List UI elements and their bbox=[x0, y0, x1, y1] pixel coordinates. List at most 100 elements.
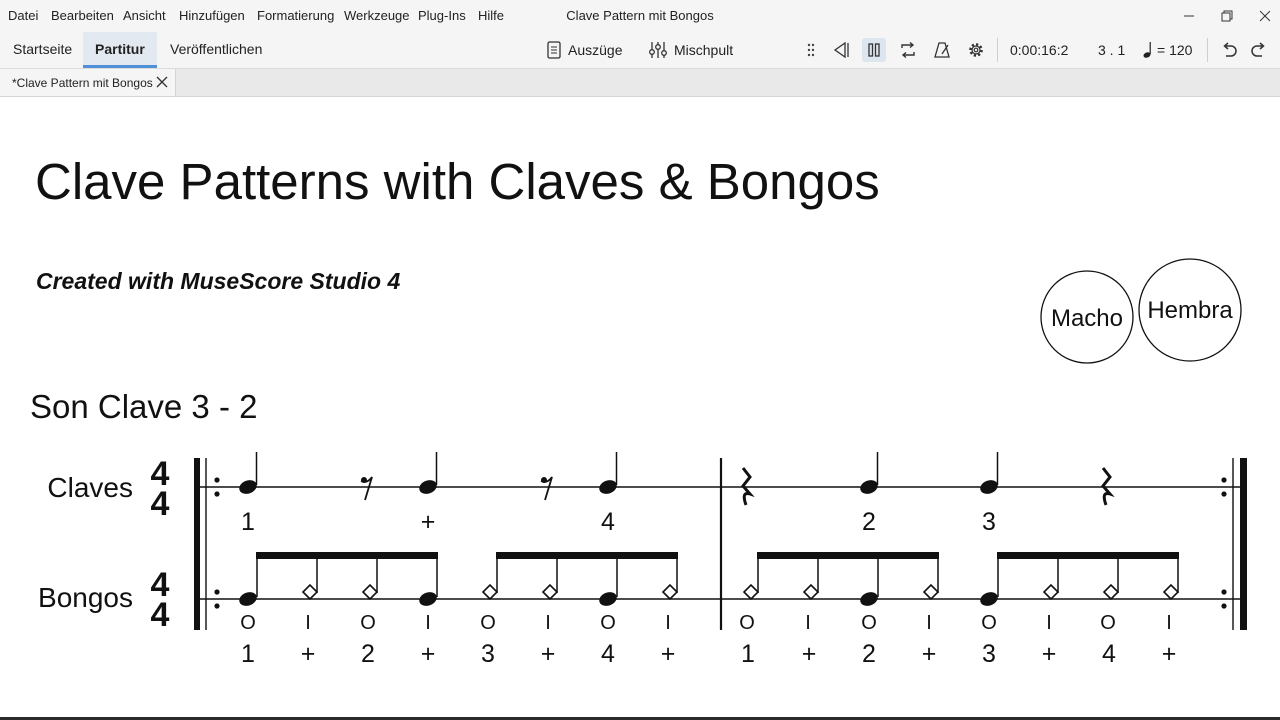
repeat-dot bbox=[1221, 477, 1227, 483]
stroke-label[interactable]: I bbox=[926, 612, 932, 634]
bongos-count-label[interactable]: + bbox=[541, 640, 556, 668]
score-canvas[interactable]: Macho Hembra Son Clave 3 - 2 Claves Bong… bbox=[0, 96, 1280, 717]
menu-formatierung[interactable]: Formatierung bbox=[257, 8, 334, 23]
bongos-count-label[interactable]: 3 bbox=[481, 640, 495, 668]
bongos-instrument-name[interactable]: Bongos bbox=[38, 582, 133, 613]
window-title: Clave Pattern mit Bongos bbox=[566, 8, 714, 23]
bongos-count-label[interactable]: 4 bbox=[1102, 640, 1116, 668]
toolbar-divider bbox=[1207, 38, 1208, 62]
undo-button[interactable] bbox=[1217, 38, 1241, 62]
tab-partitur[interactable]: Partitur bbox=[83, 32, 157, 68]
quarter-note-icon bbox=[1143, 42, 1151, 58]
stroke-label[interactable]: O bbox=[360, 612, 376, 634]
bongos-note-open[interactable] bbox=[597, 590, 618, 608]
bongos-count-label[interactable]: 1 bbox=[241, 640, 255, 668]
stroke-label[interactable]: O bbox=[480, 612, 496, 634]
claves-instrument-name[interactable]: Claves bbox=[47, 472, 133, 503]
stroke-label[interactable]: O bbox=[1100, 612, 1116, 634]
tab-startseite[interactable]: Startseite bbox=[1, 32, 84, 68]
redo-button[interactable] bbox=[1247, 38, 1271, 62]
close-icon[interactable] bbox=[155, 75, 169, 89]
bongos-note-open[interactable] bbox=[858, 590, 879, 608]
bongos-note-open[interactable] bbox=[978, 590, 999, 608]
bongos-count-label[interactable]: + bbox=[1162, 640, 1177, 668]
menu-bearbeiten[interactable]: Bearbeiten bbox=[51, 8, 114, 23]
claves-note[interactable] bbox=[978, 452, 999, 496]
hembra-label[interactable]: Hembra bbox=[1147, 297, 1233, 324]
bongos-count-label[interactable]: 2 bbox=[862, 640, 876, 668]
bongos-note-open[interactable] bbox=[417, 590, 438, 608]
stroke-label[interactable]: O bbox=[240, 612, 256, 634]
tab-veroeffentlichen[interactable]: Veröffentlichen bbox=[158, 32, 274, 68]
eighth-rest[interactable] bbox=[360, 476, 373, 501]
bongos-count-label[interactable]: + bbox=[421, 640, 436, 668]
parts-button[interactable]: Auszüge bbox=[546, 38, 622, 62]
close-window-button[interactable] bbox=[1246, 0, 1280, 32]
bongos-note-open[interactable] bbox=[237, 590, 258, 608]
menu-plugins[interactable]: Plug-Ins bbox=[418, 8, 466, 23]
bongos-stems bbox=[256, 556, 1179, 597]
bongos-note-slap[interactable] bbox=[1162, 583, 1180, 601]
bongos-count-label[interactable]: + bbox=[1042, 640, 1057, 668]
undo-icon bbox=[1223, 42, 1237, 57]
bongos-count-label[interactable]: + bbox=[922, 640, 937, 668]
stroke-label[interactable]: O bbox=[600, 612, 616, 634]
pause-button[interactable] bbox=[862, 38, 886, 62]
bongos-count-label[interactable]: 1 bbox=[741, 640, 755, 668]
claves-count-label[interactable]: + bbox=[421, 508, 436, 536]
menu-hilfe[interactable]: Hilfe bbox=[478, 8, 504, 23]
bongos-note-slap[interactable] bbox=[661, 583, 679, 601]
minimize-button[interactable] bbox=[1170, 0, 1208, 32]
eighth-rest[interactable] bbox=[540, 476, 553, 501]
bongos-note-slap[interactable] bbox=[481, 583, 499, 601]
gear-icon bbox=[969, 43, 983, 57]
bongos-count-label[interactable]: 3 bbox=[982, 640, 996, 668]
bongos-note-slap[interactable] bbox=[1042, 583, 1060, 601]
claves-count-label[interactable]: 2 bbox=[862, 508, 876, 536]
macho-label[interactable]: Macho bbox=[1051, 305, 1123, 332]
playback-grip-handle[interactable] bbox=[799, 38, 823, 62]
bongos-note-slap[interactable] bbox=[922, 583, 940, 601]
bongos-note-slap[interactable] bbox=[541, 583, 559, 601]
stroke-label[interactable]: I bbox=[1046, 612, 1052, 634]
bongos-count-label[interactable]: + bbox=[301, 640, 316, 668]
claves-count-label[interactable]: 1 bbox=[241, 508, 255, 536]
claves-note[interactable] bbox=[417, 452, 438, 496]
menu-ansicht[interactable]: Ansicht bbox=[123, 8, 166, 23]
stroke-label[interactable]: I bbox=[425, 612, 431, 634]
menu-hinzufuegen[interactable]: Hinzufügen bbox=[179, 8, 245, 23]
claves-note[interactable] bbox=[597, 452, 618, 496]
menu-werkzeuge[interactable]: Werkzeuge bbox=[344, 8, 410, 23]
stroke-label[interactable]: I bbox=[305, 612, 311, 634]
claves-count-label[interactable]: 4 bbox=[601, 508, 615, 536]
bongos-count-label[interactable]: + bbox=[802, 640, 817, 668]
loop-button[interactable] bbox=[896, 38, 920, 62]
bongos-count-label[interactable]: 4 bbox=[601, 640, 615, 668]
mixer-icon bbox=[649, 42, 667, 58]
bongos-note-slap[interactable] bbox=[361, 583, 379, 601]
metronome-button[interactable] bbox=[930, 38, 954, 62]
claves-note[interactable] bbox=[858, 452, 879, 496]
menu-datei[interactable]: Datei bbox=[8, 8, 38, 23]
section-label[interactable]: Son Clave 3 - 2 bbox=[30, 388, 257, 425]
bongos-note-slap[interactable] bbox=[742, 583, 760, 601]
stroke-label[interactable]: I bbox=[665, 612, 671, 634]
bongos-note-slap[interactable] bbox=[802, 583, 820, 601]
document-tab[interactable]: *Clave Pattern mit Bongos bbox=[0, 69, 176, 96]
bongos-count-label[interactable]: + bbox=[661, 640, 676, 668]
bongos-note-slap[interactable] bbox=[301, 583, 319, 601]
playback-settings-button[interactable] bbox=[964, 38, 988, 62]
mixer-button[interactable]: Mischpult bbox=[648, 38, 733, 62]
stroke-label[interactable]: O bbox=[739, 612, 755, 634]
restore-button[interactable] bbox=[1208, 0, 1246, 32]
stroke-label[interactable]: I bbox=[1166, 612, 1172, 634]
claves-note[interactable] bbox=[237, 452, 258, 496]
claves-count-label[interactable]: 3 bbox=[982, 508, 996, 536]
bongos-note-slap[interactable] bbox=[1102, 583, 1120, 601]
rewind-button[interactable] bbox=[828, 38, 852, 62]
stroke-label[interactable]: O bbox=[861, 612, 877, 634]
stroke-label[interactable]: O bbox=[981, 612, 997, 634]
stroke-label[interactable]: I bbox=[805, 612, 811, 634]
bongos-count-label[interactable]: 2 bbox=[361, 640, 375, 668]
stroke-label[interactable]: I bbox=[545, 612, 551, 634]
